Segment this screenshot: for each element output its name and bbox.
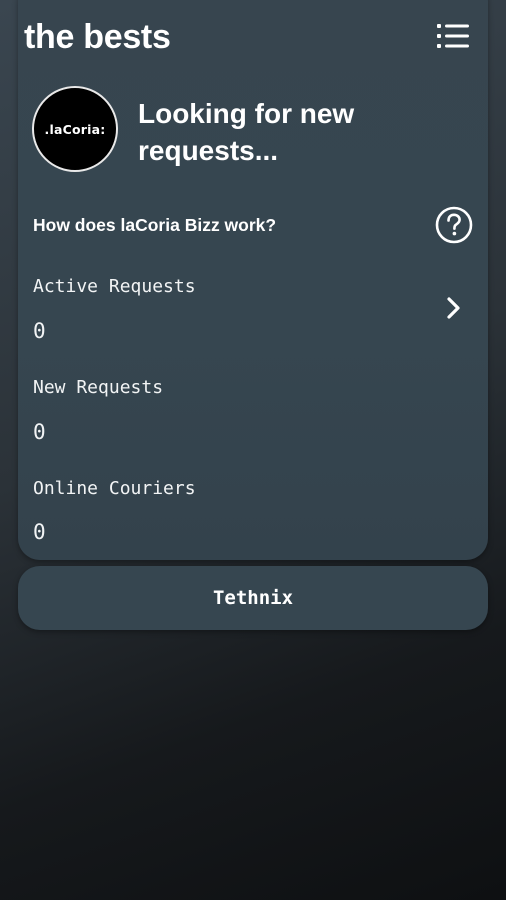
active-requests-value: 0: [33, 319, 46, 343]
new-requests-value: 0: [33, 420, 46, 444]
online-couriers-value: 0: [33, 520, 46, 544]
new-requests-label: New Requests: [33, 377, 164, 398]
question-circle-icon: [435, 206, 473, 244]
active-requests-label: Active Requests: [33, 276, 196, 297]
tethnix-button[interactable]: Tethnix: [18, 566, 488, 630]
chevron-right-icon: [447, 297, 460, 319]
menu-button[interactable]: [436, 22, 470, 50]
list-menu-icon: [437, 24, 469, 48]
online-couriers-label: Online Couriers: [33, 478, 196, 499]
help-question-text[interactable]: How does laCoria Bizz work?: [33, 215, 276, 235]
active-requests-chevron-button[interactable]: [440, 292, 468, 324]
tethnix-button-label: Tethnix: [212, 587, 294, 609]
avatar: .laCoria:: [32, 86, 118, 172]
help-button[interactable]: [434, 205, 474, 245]
app-title: the bests: [24, 18, 171, 56]
status-message: Looking for new requests...: [138, 98, 355, 166]
avatar-logo-text: .laCoria:: [44, 121, 106, 137]
